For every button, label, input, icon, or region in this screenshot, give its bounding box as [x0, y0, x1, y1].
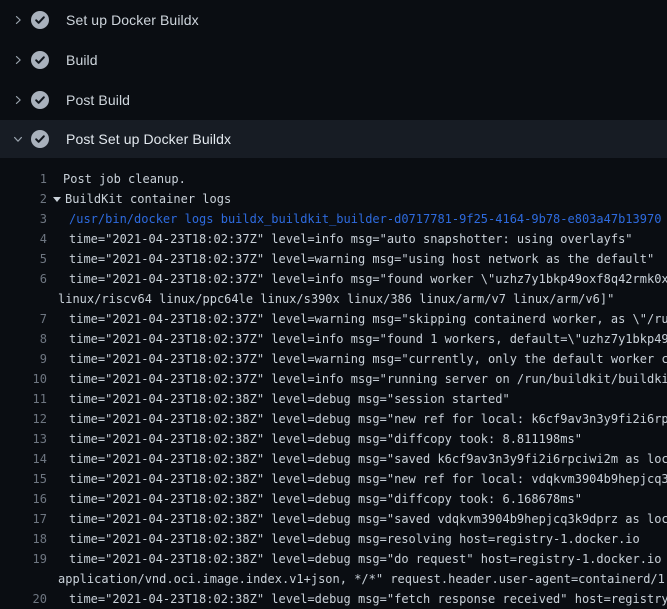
chevron-down-icon	[12, 133, 24, 145]
log-line: 10 time="2021-04-23T18:02:37Z" level=info…	[0, 369, 667, 389]
log-text: time="2021-04-23T18:02:38Z" level=debug …	[69, 469, 667, 489]
log-line: 11 time="2021-04-23T18:02:38Z" level=debu…	[0, 389, 667, 409]
line-number[interactable]: 16	[0, 489, 47, 509]
log-line: 17 time="2021-04-23T18:02:38Z" level=debu…	[0, 509, 667, 529]
log-line: 19 time="2021-04-23T18:02:38Z" level=debu…	[0, 549, 667, 569]
log-line: 18 time="2021-04-23T18:02:38Z" level=debu…	[0, 529, 667, 549]
line-number[interactable]: 1	[0, 169, 47, 189]
line-number[interactable]: 10	[0, 369, 47, 389]
log-text: time="2021-04-23T18:02:38Z" level=debug …	[69, 489, 582, 509]
step-label: Set up Docker Buildx	[66, 12, 199, 28]
step-row-build[interactable]: Build	[0, 40, 667, 80]
check-circle-icon	[31, 91, 49, 109]
check-circle-icon	[31, 130, 49, 148]
step-label: Post Build	[66, 92, 130, 108]
log-text: linux/riscv64 linux/ppc64le linux/s390x …	[58, 289, 614, 309]
log-text: Post job cleanup.	[63, 169, 186, 189]
step-row-post-build[interactable]: Post Build	[0, 80, 667, 120]
log-line: 3/usr/bin/docker logs buildx_buildkit_bu…	[0, 209, 667, 229]
log-text: time="2021-04-23T18:02:38Z" level=debug …	[69, 389, 510, 409]
line-number[interactable]: 14	[0, 449, 47, 469]
log-line: 20 time="2021-04-23T18:02:38Z" level=debu…	[0, 589, 667, 609]
line-number	[0, 569, 47, 589]
command-text: /usr/bin/docker logs buildx_buildkit_bui…	[69, 209, 661, 229]
log-viewer: 1 Post job cleanup. 2 BuildKit container lo…	[0, 158, 667, 609]
step-list: Set up Docker Buildx Build Post Build Po…	[0, 0, 667, 158]
log-line: 16 time="2021-04-23T18:02:38Z" level=debu…	[0, 489, 667, 509]
line-number[interactable]: 19	[0, 549, 47, 569]
step-label: Build	[66, 52, 98, 68]
log-text: time="2021-04-23T18:02:37Z" level=warnin…	[69, 309, 667, 329]
log-line: linux/riscv64 linux/ppc64le linux/s390x …	[0, 289, 667, 309]
collapse-triangle-icon[interactable]	[53, 197, 61, 202]
line-number[interactable]: 8	[0, 329, 47, 349]
log-line: 5 time="2021-04-23T18:02:37Z" level=warni…	[0, 249, 667, 269]
log-text: time="2021-04-23T18:02:38Z" level=debug …	[69, 509, 667, 529]
log-text: time="2021-04-23T18:02:38Z" level=debug …	[69, 449, 667, 469]
log-text: application/vnd.oci.image.index.v1+json,…	[58, 569, 667, 589]
log-line: 8 time="2021-04-23T18:02:37Z" level=info …	[0, 329, 667, 349]
line-number[interactable]: 2	[0, 189, 47, 209]
log-text: time="2021-04-23T18:02:38Z" level=debug …	[69, 549, 667, 569]
log-line: 4 time="2021-04-23T18:02:37Z" level=info …	[0, 229, 667, 249]
log-line: 13 time="2021-04-23T18:02:38Z" level=debu…	[0, 429, 667, 449]
log-line: 7 time="2021-04-23T18:02:37Z" level=warni…	[0, 309, 667, 329]
line-number[interactable]: 3	[0, 209, 47, 229]
line-number[interactable]: 20	[0, 589, 47, 609]
line-number[interactable]: 7	[0, 309, 47, 329]
line-number[interactable]: 9	[0, 349, 47, 369]
line-number[interactable]: 5	[0, 249, 47, 269]
log-line: 12 time="2021-04-23T18:02:38Z" level=debu…	[0, 409, 667, 429]
step-label: Post Set up Docker Buildx	[66, 131, 231, 147]
log-line: 2 BuildKit container logs	[0, 189, 667, 209]
log-text: time="2021-04-23T18:02:37Z" level=warnin…	[69, 249, 654, 269]
log-text: time="2021-04-23T18:02:37Z" level=info m…	[69, 229, 633, 249]
log-text: time="2021-04-23T18:02:38Z" level=debug …	[69, 589, 667, 609]
chevron-right-icon	[12, 14, 24, 26]
log-text: time="2021-04-23T18:02:37Z" level=info m…	[69, 269, 667, 289]
log-text: time="2021-04-23T18:02:37Z" level=info m…	[69, 369, 667, 389]
log-text: time="2021-04-23T18:02:38Z" level=debug …	[69, 429, 582, 449]
line-number	[0, 289, 47, 309]
log-text: time="2021-04-23T18:02:37Z" level=info m…	[69, 329, 667, 349]
line-number[interactable]: 13	[0, 429, 47, 449]
chevron-right-icon	[12, 54, 24, 66]
line-number[interactable]: 15	[0, 469, 47, 489]
line-number[interactable]: 17	[0, 509, 47, 529]
log-line: 14 time="2021-04-23T18:02:38Z" level=debu…	[0, 449, 667, 469]
line-number[interactable]: 4	[0, 229, 47, 249]
log-line: application/vnd.oci.image.index.v1+json,…	[0, 569, 667, 589]
log-line: 1 Post job cleanup.	[0, 169, 667, 189]
line-number[interactable]: 18	[0, 529, 47, 549]
log-line: 15 time="2021-04-23T18:02:38Z" level=debu…	[0, 469, 667, 489]
chevron-right-icon	[12, 94, 24, 106]
log-text: time="2021-04-23T18:02:37Z" level=warnin…	[69, 349, 667, 369]
line-number[interactable]: 11	[0, 389, 47, 409]
log-lines: 1 Post job cleanup. 2 BuildKit container lo…	[0, 169, 667, 609]
log-text: time="2021-04-23T18:02:38Z" level=debug …	[69, 409, 667, 429]
log-text: BuildKit container logs	[65, 189, 231, 209]
log-text: time="2021-04-23T18:02:38Z" level=debug …	[69, 529, 640, 549]
line-number[interactable]: 6	[0, 269, 47, 289]
step-row-set-up-docker-buildx[interactable]: Set up Docker Buildx	[0, 0, 667, 40]
line-number[interactable]: 12	[0, 409, 47, 429]
check-circle-icon	[31, 51, 49, 69]
step-row-post-set-up-docker-buildx[interactable]: Post Set up Docker Buildx	[0, 120, 667, 158]
log-line: 6 time="2021-04-23T18:02:37Z" level=info …	[0, 269, 667, 289]
log-line: 9 time="2021-04-23T18:02:37Z" level=warni…	[0, 349, 667, 369]
check-circle-icon	[31, 11, 49, 29]
